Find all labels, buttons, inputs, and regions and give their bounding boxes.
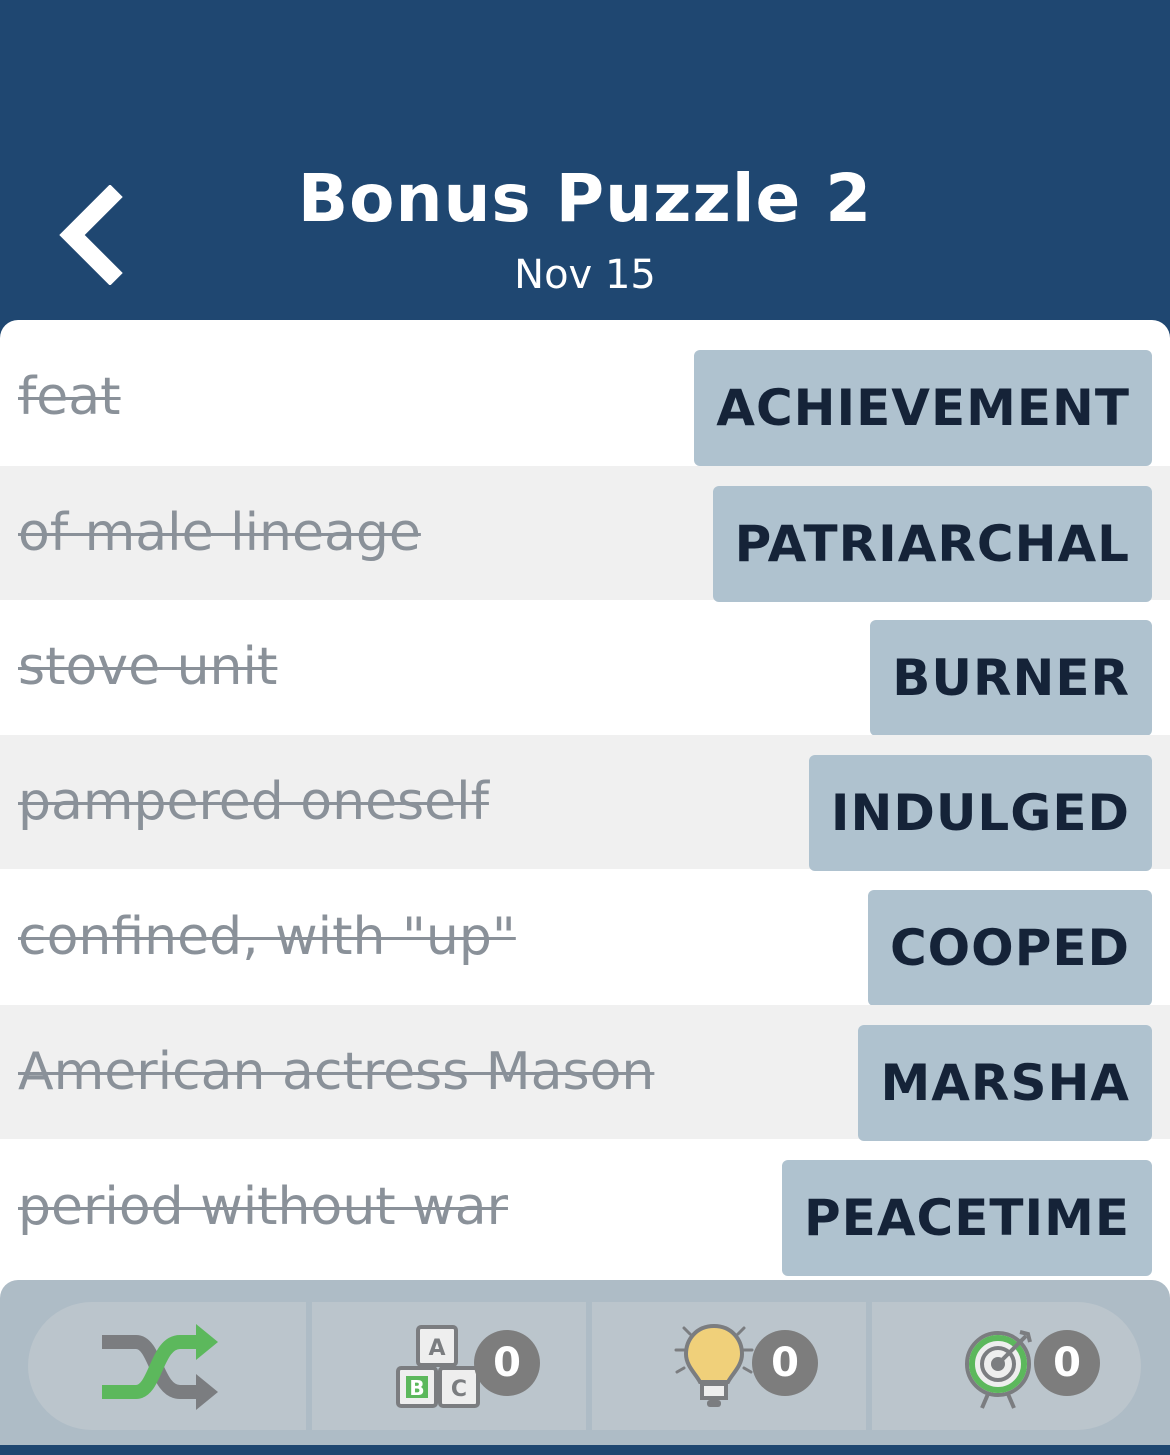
clue-row: of male lineage PATRIARCHAL [0, 466, 1170, 602]
block-letter-c: C [451, 1377, 467, 1402]
clue-text: feat [18, 367, 121, 427]
clue-row: pampered oneself INDULGED [0, 735, 1170, 871]
lightbulb-icon [674, 1323, 754, 1407]
block-letter-b: B [409, 1376, 424, 1400]
target-button[interactable]: 0 [868, 1302, 1141, 1430]
block-letter-a: A [428, 1336, 445, 1361]
clue-row: stove unit BURNER [0, 600, 1170, 736]
answer-tile[interactable]: PEACETIME [782, 1160, 1152, 1276]
clue-text: confined, with "up" [18, 907, 516, 967]
clue-row: feat ACHIEVEMENT [0, 330, 1170, 466]
target-icon [965, 1330, 1032, 1409]
page-date: Nov 15 [514, 252, 656, 298]
header-bar: Bonus Puzzle 2 Nov 15 [0, 0, 1170, 330]
letters-button[interactable]: A B C 0 [308, 1302, 592, 1430]
shuffle-button[interactable] [28, 1302, 312, 1430]
clue-text: pampered oneself [18, 772, 489, 832]
clue-row: period without war PEACETIME [0, 1140, 1170, 1276]
answer-tile[interactable]: ACHIEVEMENT [694, 350, 1152, 466]
clue-text: stove unit [18, 637, 278, 697]
bottom-toolbar: A B C 0 0 0 [0, 1280, 1170, 1455]
toolbar-pill: A B C 0 0 0 [28, 1302, 1141, 1430]
answer-tile[interactable]: PATRIARCHAL [712, 486, 1152, 602]
clue-text: of male lineage [18, 503, 421, 563]
answer-tile[interactable]: BURNER [870, 620, 1152, 736]
clue-row: American actress Mason MARSHA [0, 1005, 1170, 1141]
clue-text: period without war [18, 1177, 508, 1237]
hint-count-badge: 0 [752, 1330, 818, 1396]
letters-count-badge: 0 [474, 1330, 540, 1396]
clue-row: confined, with "up" COOPED [0, 870, 1170, 1006]
answer-tile[interactable]: COOPED [867, 890, 1152, 1006]
hint-button[interactable]: 0 [588, 1302, 872, 1430]
page-title: Bonus Puzzle 2 [297, 160, 873, 237]
target-count-badge: 0 [1034, 1330, 1100, 1396]
bottom-strip [0, 1445, 1170, 1455]
answer-tile[interactable]: INDULGED [808, 755, 1152, 871]
answer-tile[interactable]: MARSHA [858, 1025, 1152, 1141]
shuffle-icon [102, 1324, 218, 1410]
abc-blocks-icon: A B C [396, 1325, 480, 1408]
clue-text: American actress Mason [18, 1042, 655, 1102]
